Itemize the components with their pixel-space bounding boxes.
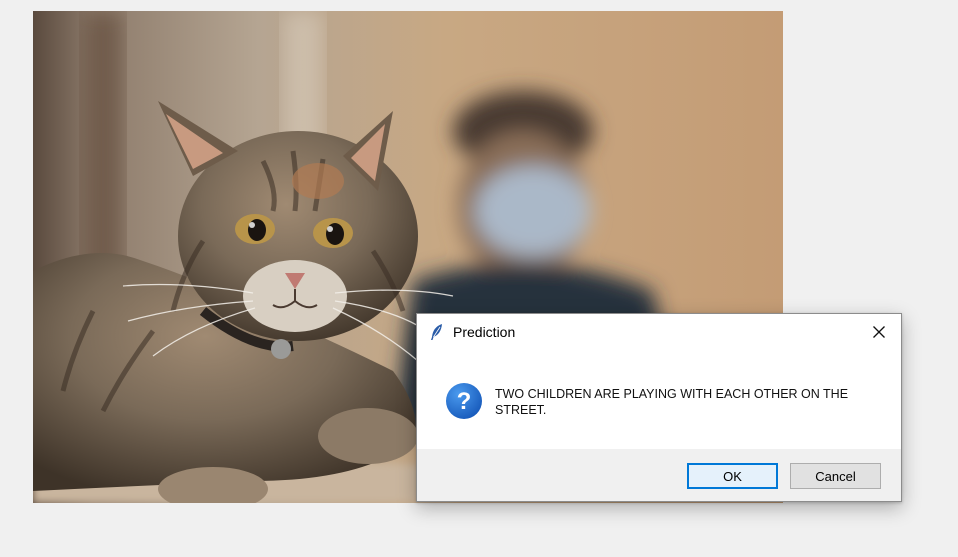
close-button[interactable]: [857, 314, 901, 350]
prediction-dialog: Prediction ? TWO CHILDREN ARE PLAYING WI…: [416, 313, 902, 502]
dialog-body: ? TWO CHILDREN ARE PLAYING WITH EACH OTH…: [417, 350, 901, 449]
cancel-button[interactable]: Cancel: [790, 463, 881, 489]
feather-icon: [430, 323, 444, 341]
dialog-footer: OK Cancel: [417, 449, 901, 501]
dialog-title: Prediction: [453, 324, 516, 340]
question-icon: ?: [445, 382, 483, 420]
app-window: Prediction ? TWO CHILDREN ARE PLAYING WI…: [0, 0, 958, 557]
dialog-titlebar[interactable]: Prediction: [417, 314, 901, 350]
close-icon: [873, 326, 885, 338]
dialog-message: TWO CHILDREN ARE PLAYING WITH EACH OTHER…: [495, 387, 849, 417]
svg-text:?: ?: [457, 388, 472, 415]
ok-button[interactable]: OK: [687, 463, 778, 489]
